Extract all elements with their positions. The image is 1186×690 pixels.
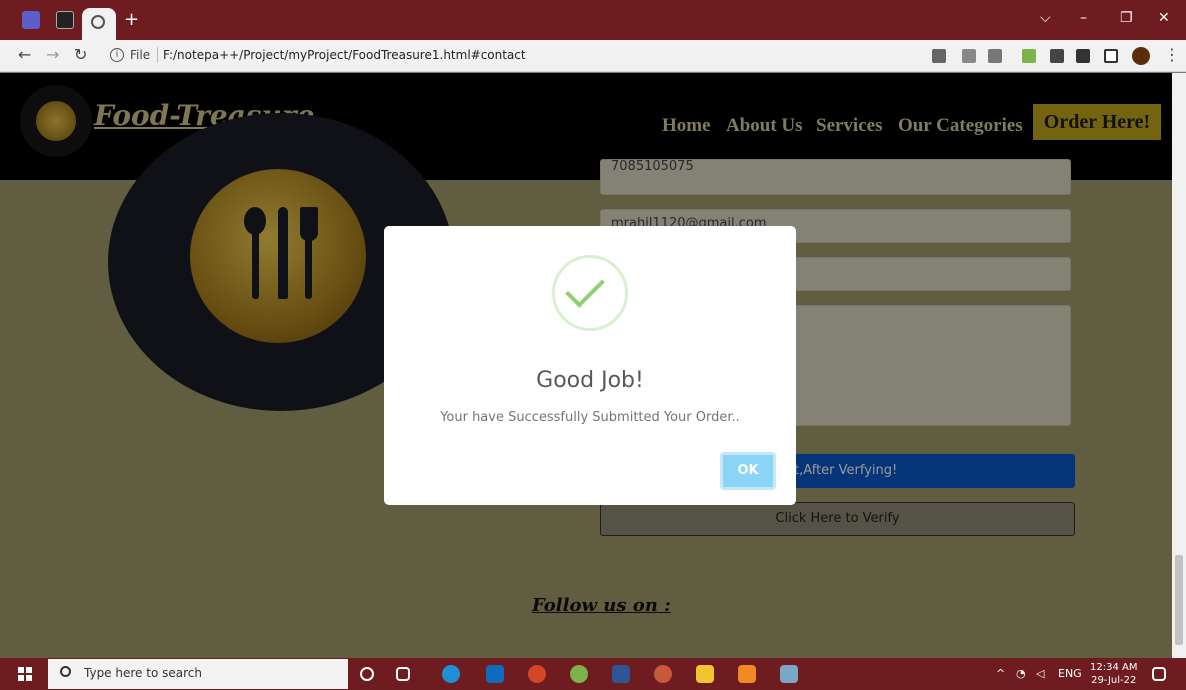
address-bar: ← → ↻ i File F:/notepa++/Project/myProje… (0, 40, 1186, 72)
scrollbar-thumb[interactable] (1175, 555, 1183, 645)
close-button[interactable]: ✕ (1158, 10, 1170, 26)
success-dialog: Good Job! Your have Successfully Submitt… (384, 226, 796, 505)
extension-s-icon[interactable] (1050, 49, 1064, 63)
notifications-icon[interactable] (1152, 667, 1166, 681)
url-text[interactable]: F:/notepa++/Project/myProject/FoodTreasu… (163, 48, 526, 62)
sidebar-icon[interactable] (1104, 49, 1118, 63)
dialog-title: Good Job! (536, 368, 644, 393)
task-view-icon[interactable] (396, 667, 410, 681)
active-tab[interactable] (82, 8, 116, 40)
restore-button[interactable]: ❐ (1120, 10, 1133, 26)
search-icon (60, 666, 71, 677)
url-divider (157, 47, 158, 63)
new-tab-button[interactable]: + (124, 9, 139, 30)
file-explorer-icon[interactable] (696, 665, 714, 683)
chrome-icon[interactable] (654, 665, 672, 683)
success-check-icon (552, 255, 628, 331)
info-icon[interactable]: i (110, 48, 124, 62)
language-indicator[interactable]: ENG (1058, 667, 1082, 680)
extension-icon[interactable] (1022, 49, 1036, 63)
network-icon[interactable]: ◔ (1016, 667, 1026, 680)
teams-icon[interactable] (22, 11, 40, 29)
app-tab-icon[interactable] (56, 11, 74, 29)
puzzle-icon[interactable] (1076, 49, 1090, 63)
word-icon[interactable] (612, 665, 630, 683)
taskbar-search-input[interactable]: Type here to search (48, 659, 348, 689)
profile-avatar[interactable] (1132, 47, 1150, 65)
powerpoint-icon[interactable] (528, 665, 546, 683)
url-field[interactable]: i File F:/notepa++/Project/myProject/Foo… (100, 44, 920, 68)
clock-time: 12:34 AM (1090, 662, 1138, 673)
windows-taskbar: Type here to search ^ ◔ ◁ ENG 12:34 AM 2… (0, 658, 1186, 690)
edge-icon[interactable] (442, 665, 460, 683)
browser-tab-bar: + ⌵ – ❐ ✕ (0, 0, 1186, 40)
forward-icon[interactable]: → (46, 45, 59, 64)
web-page: Food-Treasure Home About Us Services Our… (0, 73, 1172, 658)
minimize-button[interactable]: – (1080, 10, 1087, 26)
globe-icon (91, 15, 105, 29)
cortana-icon[interactable] (360, 667, 374, 681)
notepad-icon[interactable] (780, 665, 798, 683)
whatsapp-icon[interactable] (570, 665, 588, 683)
ok-button[interactable]: OK (720, 452, 776, 490)
search-placeholder: Type here to search (84, 666, 202, 680)
volume-icon[interactable]: ◁ (1036, 667, 1044, 680)
translate-icon[interactable] (932, 49, 946, 63)
share-icon[interactable] (962, 49, 976, 63)
dialog-message: Your have Successfully Submitted Your Or… (440, 410, 740, 425)
tab-search-icon[interactable]: ⌵ (1040, 10, 1051, 26)
page-scrollbar[interactable] (1172, 73, 1186, 658)
checkmark-icon (565, 268, 605, 308)
back-icon[interactable]: ← (18, 45, 31, 64)
mail-icon[interactable] (486, 665, 504, 683)
clock-date: 29-Jul-22 (1091, 675, 1137, 686)
windows-start-icon[interactable] (18, 667, 32, 681)
sublime-icon[interactable] (738, 665, 756, 683)
tray-chevron-icon[interactable]: ^ (996, 667, 1005, 680)
system-clock[interactable]: 12:34 AM 29-Jul-22 (1090, 661, 1137, 687)
menu-dots-icon[interactable]: ⋮ (1164, 45, 1180, 64)
bookmark-star-icon[interactable] (988, 49, 1002, 63)
url-scheme-label: File (130, 48, 151, 62)
reload-icon[interactable]: ↻ (74, 45, 87, 64)
